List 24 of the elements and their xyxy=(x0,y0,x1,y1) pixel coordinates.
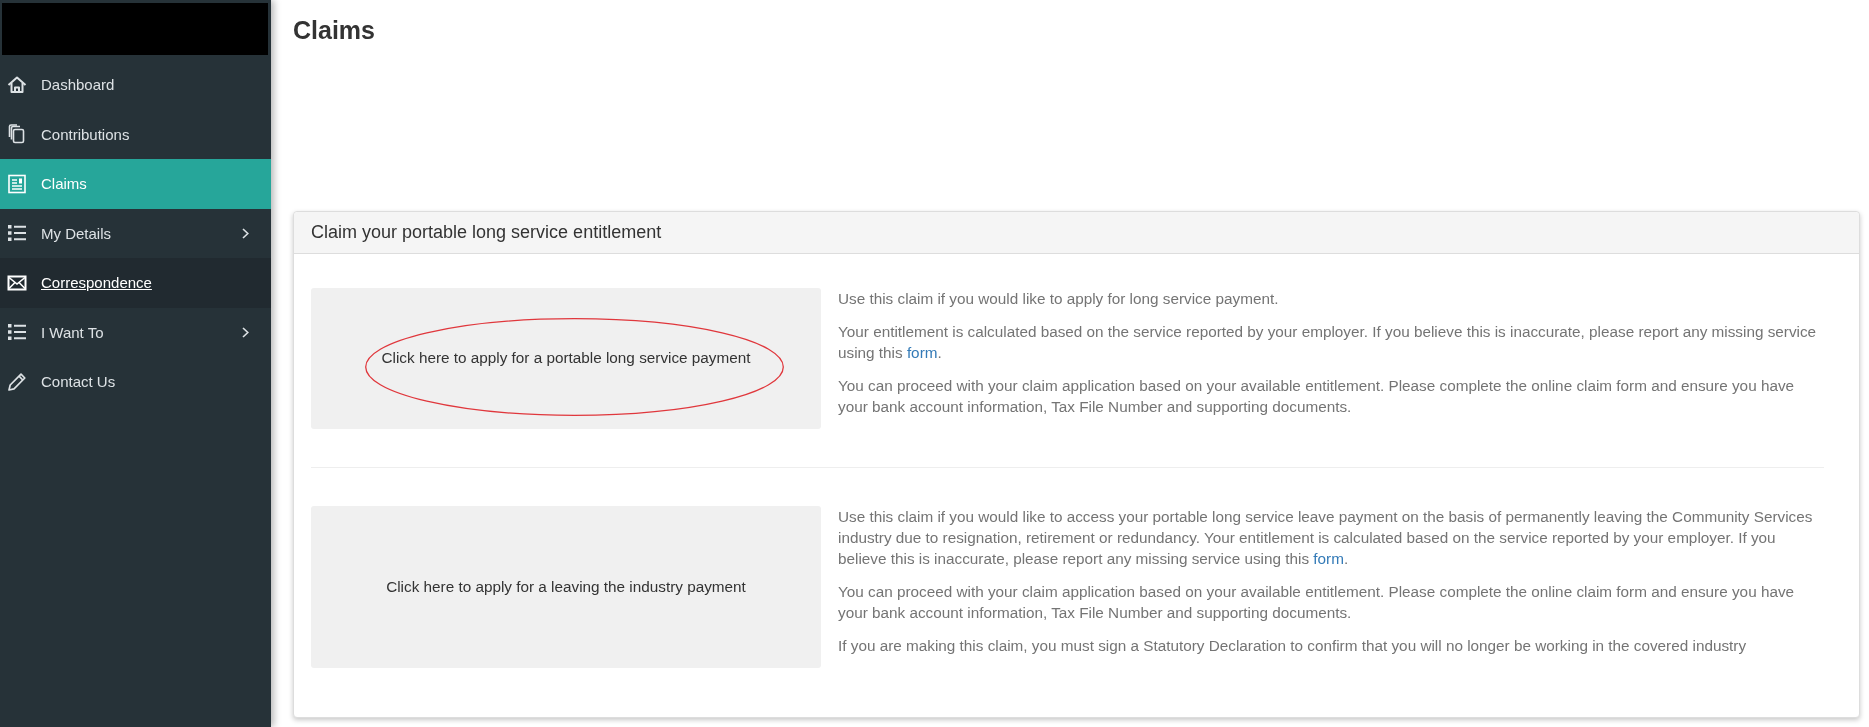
description-text: Use this claim if you would like to apply for long service payment. xyxy=(838,288,1280,309)
list-icon xyxy=(7,322,27,343)
home-icon xyxy=(7,74,27,95)
page-title: Claims xyxy=(293,17,375,45)
card-title: Claim your portable long service entitlement xyxy=(311,221,662,243)
sidebar-item[interactable]: My Details xyxy=(0,208,271,258)
form-link[interactable]: form xyxy=(906,343,938,361)
apply-button[interactable]: Click here to apply for a leaving the industry payment xyxy=(311,505,821,668)
form-link[interactable]: form xyxy=(1313,549,1344,567)
sidebar-item[interactable]: Correspondence xyxy=(0,258,271,308)
description-text: Use this claim if you would like to access your portable long service leave payment on the basis of permanently leaving the Community Services industry due to resignation, retirement or redundancy. Your entitlement is calculated based on the service reported by your employer. If you believe this is inaccurate, please report any missing service using this form. xyxy=(838,506,1814,569)
apply-button[interactable]: Click here to apply for a portable long service payment xyxy=(311,287,821,429)
sidebar-item[interactable]: Contact Us xyxy=(0,357,271,407)
sidebar-item[interactable]: Contributions xyxy=(0,109,271,159)
pencil-icon xyxy=(7,371,27,392)
list-icon xyxy=(7,223,27,244)
document-icon xyxy=(7,173,27,194)
copy-icon xyxy=(7,124,27,145)
description-text: Your entitlement is calculated based on the service reported by your employer. If you believe this is inaccurate, please report any missing service using this form. xyxy=(838,321,1818,363)
sidebar-item[interactable]: I Want To xyxy=(0,307,271,357)
description-text: If you are making this claim, you must sign a Statutory Declaration to confirm that you will no longer be working in the covered industry xyxy=(838,635,1748,656)
description-text: You can proceed with your claim application based on your available entitlement. Please complete the online claim form and ensure you have your bank account information, Tax File Number and supporting documents. xyxy=(838,375,1796,417)
sidebar-item[interactable]: Dashboard xyxy=(0,60,271,110)
description-text: You can proceed with your claim application based on your available entitlement. Please complete the online claim form and ensure you have your bank account information, Tax File Number and supporting documents. xyxy=(838,581,1796,623)
